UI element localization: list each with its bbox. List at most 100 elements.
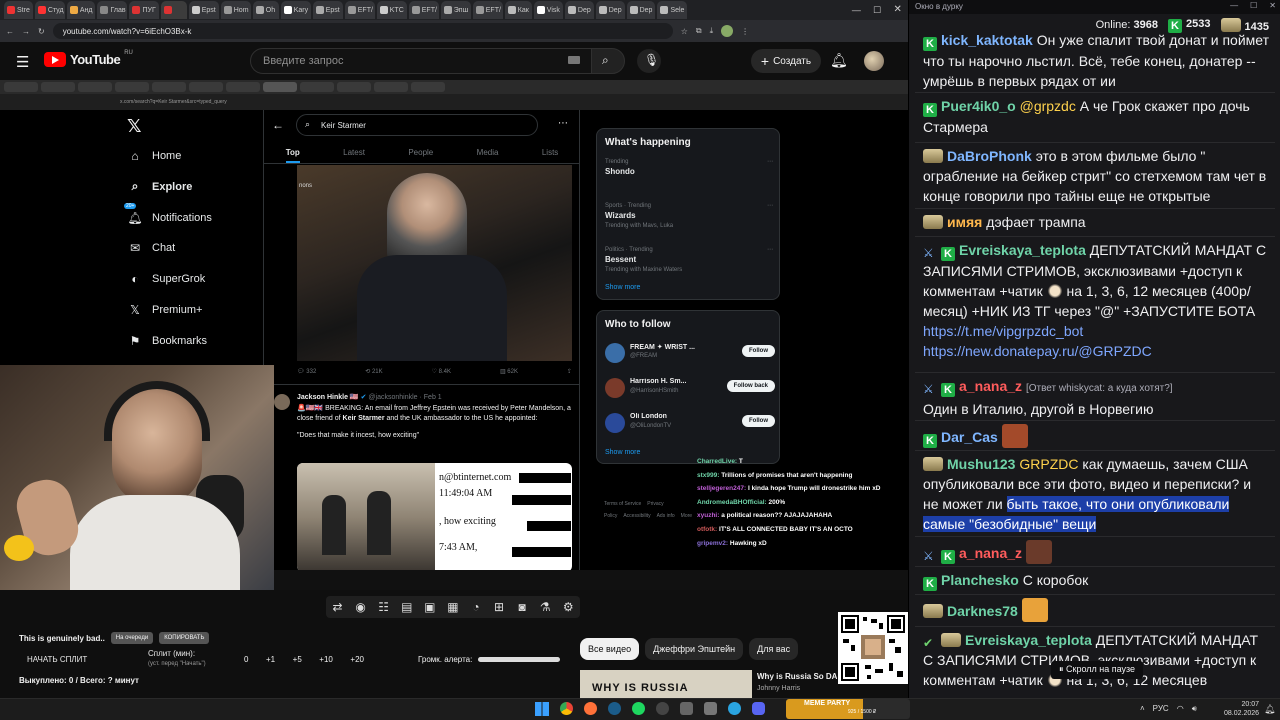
- start-split-button[interactable]: НАЧАТЬ СПЛИТ: [27, 655, 87, 664]
- grid-icon[interactable]: ▦: [444, 598, 462, 616]
- recommended-channel[interactable]: Johnny Harris: [757, 685, 800, 692]
- follow-button[interactable]: Follow back: [726, 380, 775, 392]
- split-value-button[interactable]: +10: [319, 655, 333, 664]
- browser-tab[interactable]: Dep: [564, 1, 594, 19]
- follow-name[interactable]: Harrison H. Sm...: [630, 378, 718, 385]
- more-dots-icon[interactable]: ⋯: [767, 201, 773, 211]
- chat-username[interactable]: Puer4ik0_o: [941, 98, 1016, 114]
- browser-tab[interactable]: Sele: [657, 1, 688, 19]
- recommended-title[interactable]: Why is Russia So DA: [757, 672, 837, 681]
- search-button[interactable]: ⌕: [591, 48, 625, 74]
- telegram-icon[interactable]: [728, 702, 741, 715]
- clock-date[interactable]: 08.02.2026: [1224, 709, 1259, 718]
- browser-tab[interactable]: Oh: [252, 1, 279, 19]
- avatar[interactable]: [864, 51, 884, 71]
- filter-chip[interactable]: Все видео: [580, 638, 640, 660]
- bookmark-star-icon[interactable]: ☆: [681, 27, 688, 36]
- tab-people[interactable]: People: [408, 142, 433, 163]
- notifications-bell-icon[interactable]: 🔔︎: [830, 52, 848, 69]
- x-nav-supergrok[interactable]: ◐ SuperGrok: [128, 272, 205, 286]
- browser-tab[interactable]: Анд: [66, 1, 96, 19]
- browser-tab[interactable]: Dep: [626, 1, 656, 19]
- browser-tab[interactable]: Epst: [188, 1, 219, 19]
- settings-gear-icon[interactable]: ⚙: [559, 598, 577, 616]
- chat-link[interactable]: https://t.me/vipgrpzdc_bot: [923, 323, 1083, 339]
- volume-icon[interactable]: 🔊︎: [1192, 704, 1197, 714]
- back-icon[interactable]: ←: [6, 27, 14, 36]
- more-dots-icon[interactable]: ⋯: [767, 245, 773, 255]
- maximize-icon[interactable]: ☐: [1250, 1, 1257, 10]
- footer-link[interactable]: Terms of Service: [604, 501, 641, 507]
- browser-tab[interactable]: ПУГ: [129, 1, 159, 19]
- avatar[interactable]: [605, 343, 625, 363]
- speed-icon[interactable]: ◔: [467, 598, 485, 616]
- chat-username[interactable]: Mushu123: [947, 456, 1015, 472]
- x-nav-bookmarks[interactable]: ⚑ Bookmarks: [128, 334, 207, 348]
- browser-tab[interactable]: Visk: [533, 1, 563, 19]
- copy-chip[interactable]: КОПИРОВАТЬ: [159, 632, 210, 644]
- browser-tab[interactable]: KTC: [376, 1, 407, 19]
- language-indicator[interactable]: РУС: [1153, 704, 1169, 714]
- chat-username[interactable]: kick_kaktotak: [941, 32, 1033, 48]
- tab-media[interactable]: Media: [477, 142, 499, 163]
- spotify-icon[interactable]: [632, 702, 645, 715]
- split-value-button[interactable]: 0: [244, 655, 248, 664]
- chat-username[interactable]: Evreiskaya_teplota: [959, 242, 1086, 258]
- x-nav-explore[interactable]: ⌕ Explore: [128, 179, 193, 194]
- split-value-button[interactable]: +1: [266, 655, 275, 664]
- broadcast-icon[interactable]: ◉: [352, 598, 370, 616]
- forward-icon[interactable]: →: [22, 27, 30, 36]
- x-nav-premium-[interactable]: 𝕏 Premium+: [128, 303, 202, 317]
- follow-name[interactable]: FREAM ✦ WRIST ...: [630, 343, 718, 351]
- tab-latest[interactable]: Latest: [343, 142, 365, 163]
- browser-tab[interactable]: Hom: [220, 1, 251, 19]
- chat-username[interactable]: Planchesko: [941, 572, 1019, 588]
- follow-name[interactable]: Oli London: [630, 413, 718, 420]
- split-value-button[interactable]: +20: [350, 655, 364, 664]
- queue-chip[interactable]: На очереди: [110, 632, 154, 644]
- keyboard-icon[interactable]: [568, 56, 580, 64]
- browser-tab[interactable]: Как: [504, 1, 532, 19]
- clock-time[interactable]: 20:07: [1224, 700, 1260, 709]
- alert-volume-slider[interactable]: [478, 657, 560, 662]
- filter-chip[interactable]: Джеффри Эпштейн: [645, 638, 744, 660]
- steam-icon[interactable]: [608, 702, 621, 715]
- x-logo-icon[interactable]: 𝕏: [127, 116, 142, 137]
- obs-icon[interactable]: [656, 702, 669, 715]
- voice-search-button[interactable]: 🎙: [637, 49, 661, 73]
- minimize-icon[interactable]: —: [846, 0, 867, 20]
- notification-bell-icon[interactable]: 🔔︎: [1264, 704, 1275, 715]
- url-field[interactable]: youtube.com/watch?v=6iEchO3Bx-k: [52, 23, 673, 39]
- avatar[interactable]: [274, 394, 290, 410]
- playlist-icon[interactable]: ☷: [375, 598, 393, 616]
- x-nav-home[interactable]: ⌂ Home: [128, 149, 181, 163]
- post-image-email[interactable]: n@btinternet.com 11:49:04 AM , how excitin…: [297, 463, 572, 572]
- tab-lists[interactable]: Lists: [542, 142, 558, 163]
- show-more-link[interactable]: Show more: [605, 284, 640, 291]
- chat-mention[interactable]: @grpzdc: [1020, 98, 1076, 114]
- back-arrow-icon[interactable]: ←: [272, 118, 284, 132]
- trend-item[interactable]: Politics · Trending Bessent Trending with …: [605, 245, 773, 275]
- x-search-input[interactable]: ⌕ Keir Starmer: [296, 114, 538, 136]
- footer-link[interactable]: Accessibility: [623, 513, 650, 519]
- minimize-icon[interactable]: —: [1230, 1, 1238, 10]
- add-clip-icon[interactable]: ⊞: [490, 598, 508, 616]
- chat-username[interactable]: Dar_Cas: [941, 429, 998, 445]
- youtube-logo[interactable]: YouTube RU: [44, 50, 133, 67]
- post-stat[interactable]: ▥ 62K: [500, 368, 518, 375]
- close-icon[interactable]: ✕: [887, 0, 908, 20]
- wifi-icon[interactable]: ◠: [1177, 704, 1184, 714]
- chrome-icon[interactable]: [560, 702, 573, 715]
- post-stat[interactable]: 💬︎ 332: [297, 368, 316, 375]
- chat-mention[interactable]: GRPZDC: [1019, 456, 1078, 472]
- browser-tab[interactable]: [160, 1, 187, 19]
- chat-username[interactable]: a_nana_z: [959, 378, 1022, 394]
- browser-tab[interactable]: EFT/: [344, 1, 375, 19]
- post-stat[interactable]: ♡ 8.4K: [432, 368, 451, 375]
- browser-tab[interactable]: Эпш: [440, 1, 471, 19]
- footer-link[interactable]: More: [681, 513, 692, 519]
- browser-tab[interactable]: Студ: [34, 1, 65, 19]
- firefox-icon[interactable]: [584, 702, 597, 715]
- app-icon[interactable]: [680, 702, 693, 715]
- browser-tab[interactable]: Stre: [4, 1, 33, 19]
